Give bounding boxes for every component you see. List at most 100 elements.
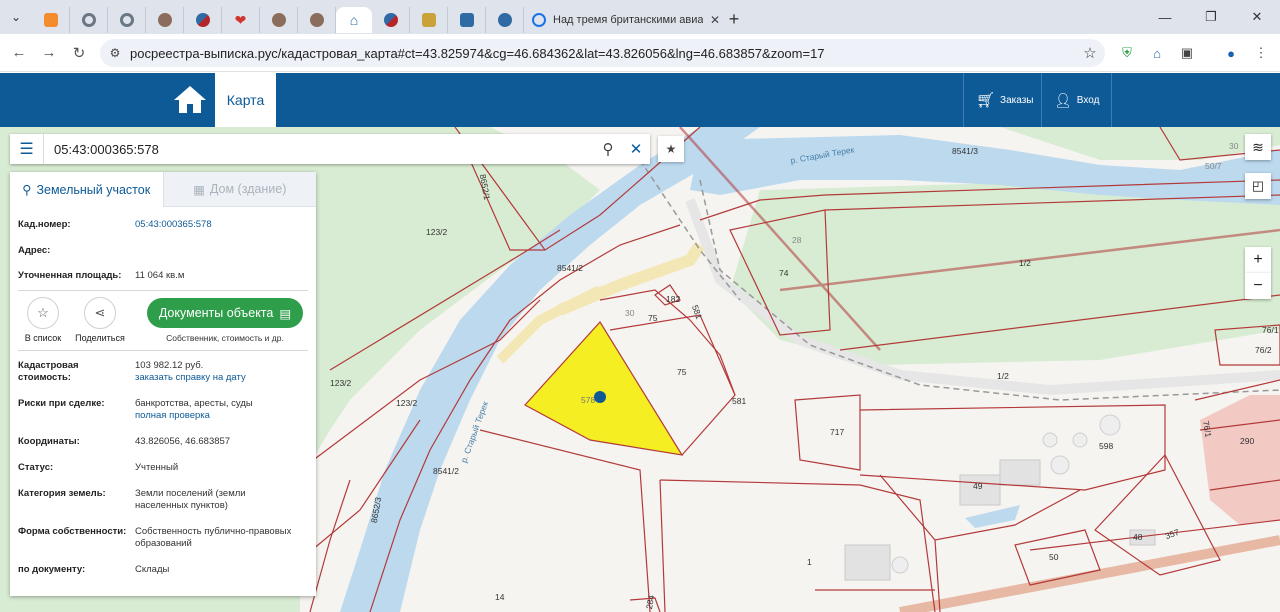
ownership-value: Собственность публично-правовых образова… [135, 526, 292, 549]
extensions-puzzle-icon[interactable]: ▣ [1178, 44, 1196, 62]
browser-tab[interactable]: ❤ [222, 7, 260, 33]
map-label-parcel: 75 [648, 313, 658, 323]
browser-menu-icon[interactable]: ⋮ [1252, 44, 1270, 62]
ruler-icon[interactable]: ◰ [1245, 173, 1271, 199]
avatar-icon [157, 13, 172, 27]
map-label-parcel: 8541/3 [952, 146, 978, 156]
status-value: Учтенный [135, 462, 179, 473]
bookmark-star-icon[interactable]: ☆ [1075, 44, 1105, 62]
browser-toolbar: ← → ↻ ⚙ росреестра-выписка.рус/кадастров… [0, 34, 1280, 72]
docs-subtitle: Собственник, стоимость и др. [166, 333, 284, 343]
cost-label: Кадастровая стоимость: [18, 360, 79, 383]
search-input[interactable]: 05:43:000365:578 [44, 142, 594, 157]
cart-icon: 🛒︎ [976, 92, 996, 109]
flag-icon [195, 13, 210, 27]
doc-value: Склады [135, 564, 170, 575]
close-window-icon[interactable]: ✕ [1234, 0, 1280, 34]
browser-tab[interactable] [410, 7, 448, 33]
browser-tab[interactable] [486, 7, 524, 33]
browser-tab[interactable] [32, 7, 70, 33]
tab-land-plot-label: Земельный участок [36, 182, 151, 197]
flag-icon [383, 13, 398, 27]
map-label-parcel: 76/1 [1262, 325, 1279, 335]
browser-tab[interactable] [372, 7, 410, 33]
risks-block: банкротства, аресты, суды полная проверк… [135, 398, 308, 422]
hamburger-menu-icon[interactable]: ☰ [10, 134, 44, 164]
browser-tab-news[interactable]: Над тремя британскими авиа ✕ [524, 7, 720, 33]
risks-value: банкротства, аресты, суды [135, 398, 253, 409]
map-label-parcel: 30 [625, 308, 635, 318]
maximize-icon[interactable]: ❐ [1188, 0, 1234, 34]
emblem-icon [459, 13, 474, 27]
cadnum-value[interactable]: 05:43:000365:578 [135, 219, 308, 231]
add-to-list-button[interactable]: ☆ [27, 297, 59, 329]
building-icon: ▦ [193, 182, 205, 197]
cost-order-link[interactable]: заказать справку на дату [135, 372, 308, 384]
browser-tab[interactable] [70, 7, 108, 33]
clear-icon[interactable]: ✕ [622, 140, 650, 158]
cadastral-search-bar: ☰ 05:43:000365:578 ⚲ ✕ [10, 134, 650, 164]
add-to-list-label: В список [24, 333, 62, 343]
forward-icon[interactable]: → [34, 44, 64, 61]
browser-tab[interactable] [184, 7, 222, 33]
orders-link[interactable]: 🛒︎ Заказы [963, 73, 1045, 127]
profile-icon[interactable]: ● [1222, 44, 1240, 62]
map-label-parcel: 50/7 [1205, 161, 1222, 171]
tab-land-plot[interactable]: ⚲ Земельный участок [10, 172, 163, 207]
tab-building[interactable]: ▦ Дом (здание) [162, 172, 316, 207]
favorites-star-icon[interactable]: ★ [658, 136, 684, 162]
browser-tab[interactable] [448, 7, 486, 33]
address-label: Адрес: [18, 245, 51, 256]
object-info-panel: ⚲ Земельный участок ▦ Дом (здание) Кад.н… [10, 172, 316, 596]
zoom-out-button[interactable]: − [1245, 273, 1271, 299]
search-icon[interactable]: ⚲ [594, 140, 622, 158]
map-label-parcel: 578 [581, 395, 596, 405]
browser-tab-active[interactable]: ⌂ [336, 7, 372, 33]
coords-value: 43.826056, 46.683857 [135, 436, 231, 447]
map-label-parcel: 290 [1240, 436, 1255, 446]
home-icon[interactable] [170, 83, 210, 117]
tab-title: Над тремя британскими авиа [553, 14, 703, 26]
minimize-icon[interactable]: — [1142, 0, 1188, 34]
map-tab[interactable]: Карта [215, 73, 276, 127]
map-label-parcel: 1/2 [997, 371, 1009, 381]
site-header: Карта 🛒︎ Заказы 👤︎ Вход [0, 73, 1280, 127]
map-label-parcel: 123/2 [330, 378, 352, 388]
divider [18, 350, 308, 351]
login-link[interactable]: 👤︎ Вход [1041, 73, 1113, 127]
site-icon [81, 13, 96, 27]
site-info-icon[interactable]: ⚙ [100, 46, 130, 60]
reload-icon[interactable]: ↻ [64, 44, 94, 62]
layers-icon[interactable]: ≋ [1245, 134, 1271, 160]
close-icon[interactable]: ✕ [710, 13, 720, 27]
back-icon[interactable]: ← [4, 44, 34, 61]
panel-tabs: ⚲ Земельный участок ▦ Дом (здание) [10, 172, 316, 207]
url-text[interactable]: росреестра-выписка.рус/кадастровая_карта… [130, 46, 1075, 61]
share-button[interactable]: ⋖ [84, 297, 116, 329]
map-label-parcel: 182 [666, 294, 681, 304]
browser-tab[interactable] [298, 7, 336, 33]
cost-block: 103 982.12 руб. заказать справку на дату [135, 360, 308, 384]
star-outline-icon: ☆ [37, 305, 49, 320]
address-bar[interactable]: ⚙ росреестра-выписка.рус/кадастровая_кар… [100, 39, 1105, 67]
browser-tab[interactable] [108, 7, 146, 33]
browser-tab[interactable] [146, 7, 184, 33]
heart-icon: ❤ [234, 11, 247, 28]
browser-tab[interactable] [260, 7, 298, 33]
map-label-parcel: 123/2 [396, 398, 418, 408]
map-label-parcel: 8541/2 [557, 263, 583, 273]
home-extension-icon[interactable]: ⌂ [1148, 44, 1166, 62]
zoom-in-button[interactable]: + [1245, 247, 1271, 273]
coords-label: Координаты: [18, 436, 80, 447]
map-label-parcel: 14 [495, 592, 505, 602]
ownership-label: Форма собственности: [18, 526, 127, 537]
risks-label: Риски при сделке: [18, 398, 105, 409]
tab-search-button[interactable]: ⌄ [0, 0, 32, 34]
new-tab-button[interactable]: + [720, 9, 748, 30]
object-documents-button[interactable]: Документы объекта ▤ [147, 298, 303, 328]
share-icon: ⋖ [94, 305, 106, 320]
area-value: 11 064 кв.м [135, 270, 185, 281]
shield-extension-icon[interactable]: ⛨ [1118, 44, 1136, 62]
cost-value: 103 982.12 руб. [135, 360, 204, 371]
full-check-link[interactable]: полная проверка [135, 410, 308, 422]
